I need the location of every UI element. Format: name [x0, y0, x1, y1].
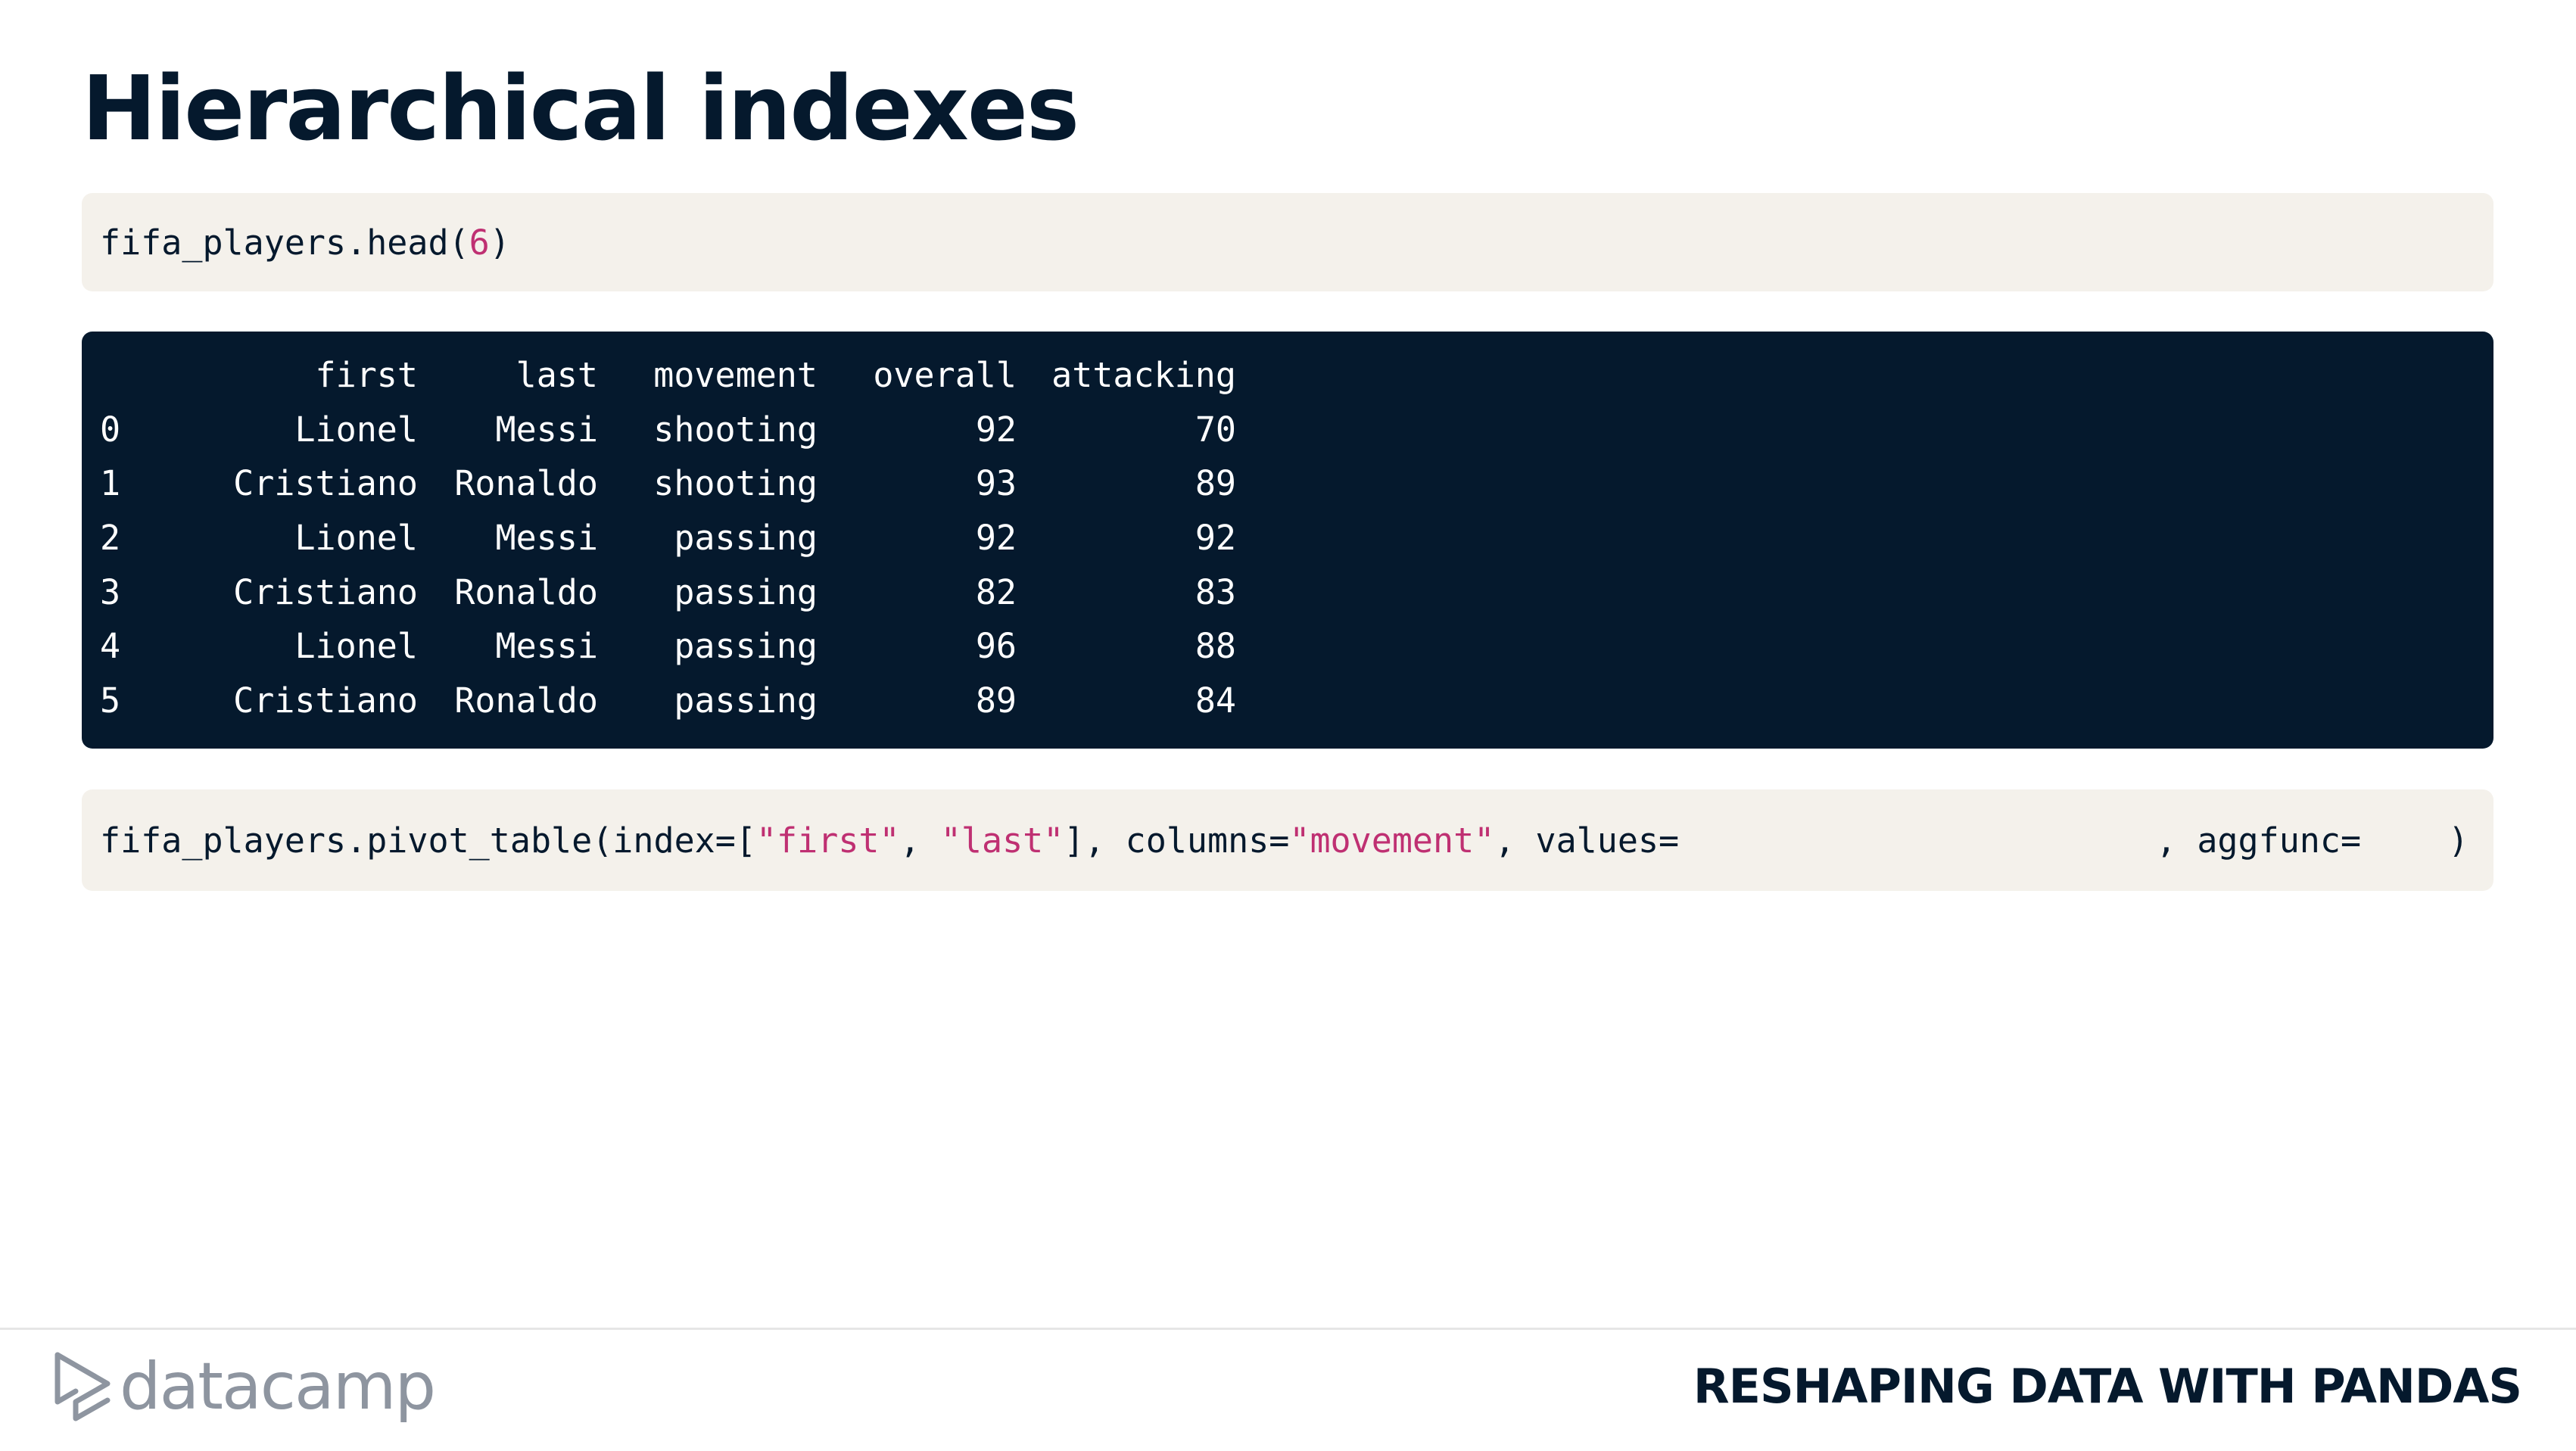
cell-first: Cristiano	[233, 463, 418, 504]
output-table: first last movement overall attacking 0 Lionel…	[82, 332, 2493, 749]
table-row: 4 Lionel Messi passing 96 88	[100, 619, 2493, 674]
cell-index: 5	[100, 680, 121, 721]
code-text: ,	[899, 820, 941, 861]
cell-overall: 89	[975, 680, 1017, 721]
cell-overall: 92	[975, 518, 1017, 559]
cell-movement: passing	[674, 518, 818, 559]
cell-last: Ronaldo	[454, 571, 598, 612]
cell-movement: movement	[653, 355, 818, 396]
cell-index: 4	[100, 626, 121, 667]
cell-attacking: 88	[1195, 626, 1236, 667]
datacamp-logo-icon	[55, 1352, 111, 1421]
cell-overall: overall	[873, 355, 1017, 396]
cell-overall: 96	[975, 626, 1017, 667]
table-header-row: first last movement overall attacking	[100, 348, 2493, 403]
cell-last: Messi	[495, 409, 598, 450]
code-text: ], columns=	[1064, 820, 1290, 861]
cell-index: 3	[100, 571, 121, 612]
code-text: fifa_players.pivot_table(index=[	[100, 820, 756, 861]
cell-attacking: 84	[1195, 680, 1236, 721]
code-text: )	[2448, 820, 2469, 861]
cell-first: Cristiano	[233, 680, 418, 721]
code-block-head: fifa_players.head(6)	[82, 193, 2493, 291]
code-string: "first"	[755, 820, 900, 861]
cell-overall: 82	[975, 571, 1017, 612]
cell-last: Messi	[495, 626, 598, 667]
cell-first: Cristiano	[233, 571, 418, 612]
cell-movement: passing	[674, 626, 818, 667]
table-row: 1 Cristiano Ronaldo shooting 93 89	[100, 456, 2493, 511]
cell-movement: shooting	[653, 409, 818, 450]
code-text: )	[489, 222, 510, 263]
table-row: 0 Lionel Messi shooting 92 70	[100, 403, 2493, 457]
code-number: 6	[469, 222, 490, 263]
table-row: 5 Cristiano Ronaldo passing 89 84	[100, 674, 2493, 728]
cell-movement: shooting	[653, 463, 818, 504]
cell-index: 2	[100, 518, 121, 559]
cell-overall: 92	[975, 409, 1017, 450]
code-text: fifa_players.head(	[100, 222, 469, 263]
code-block-pivot: fifa_players.pivot_table(index=["first",…	[82, 789, 2493, 891]
cell-attacking: 89	[1195, 463, 1236, 504]
cell-first: first	[315, 355, 418, 396]
cell-movement: passing	[674, 571, 818, 612]
footer-divider	[0, 1328, 2576, 1330]
code-string: "last"	[940, 820, 1064, 861]
cell-first: Lionel	[294, 518, 418, 559]
table-row: 2 Lionel Messi passing 92 92	[100, 511, 2493, 565]
logo-wordmark: datacamp	[120, 1349, 436, 1425]
cell-first: Lionel	[294, 409, 418, 450]
code-string: "movement"	[1289, 820, 1495, 861]
cell-overall: 93	[975, 463, 1017, 504]
course-title: RESHAPING DATA WITH PANDAS	[1693, 1359, 2522, 1414]
cell-attacking: attacking	[1051, 355, 1236, 396]
cell-last: Messi	[495, 518, 598, 559]
cell-index: 0	[100, 409, 121, 450]
cell-last: last	[516, 355, 598, 396]
slide-title: Hierarchical indexes	[82, 56, 1079, 160]
code-text: , values=	[1494, 820, 1680, 861]
datacamp-logo: datacamp	[53, 1349, 436, 1425]
cell-first: Lionel	[294, 626, 418, 667]
cell-last: Ronaldo	[454, 463, 598, 504]
cell-last: Ronaldo	[454, 680, 598, 721]
cell-movement: passing	[674, 680, 818, 721]
code-text: , aggfunc=	[2156, 820, 2362, 861]
cell-attacking: 92	[1195, 518, 1236, 559]
table-row: 3 Cristiano Ronaldo passing 82 83	[100, 565, 2493, 619]
cell-attacking: 70	[1195, 409, 1236, 450]
cell-index: 1	[100, 463, 121, 504]
cell-attacking: 83	[1195, 571, 1236, 612]
